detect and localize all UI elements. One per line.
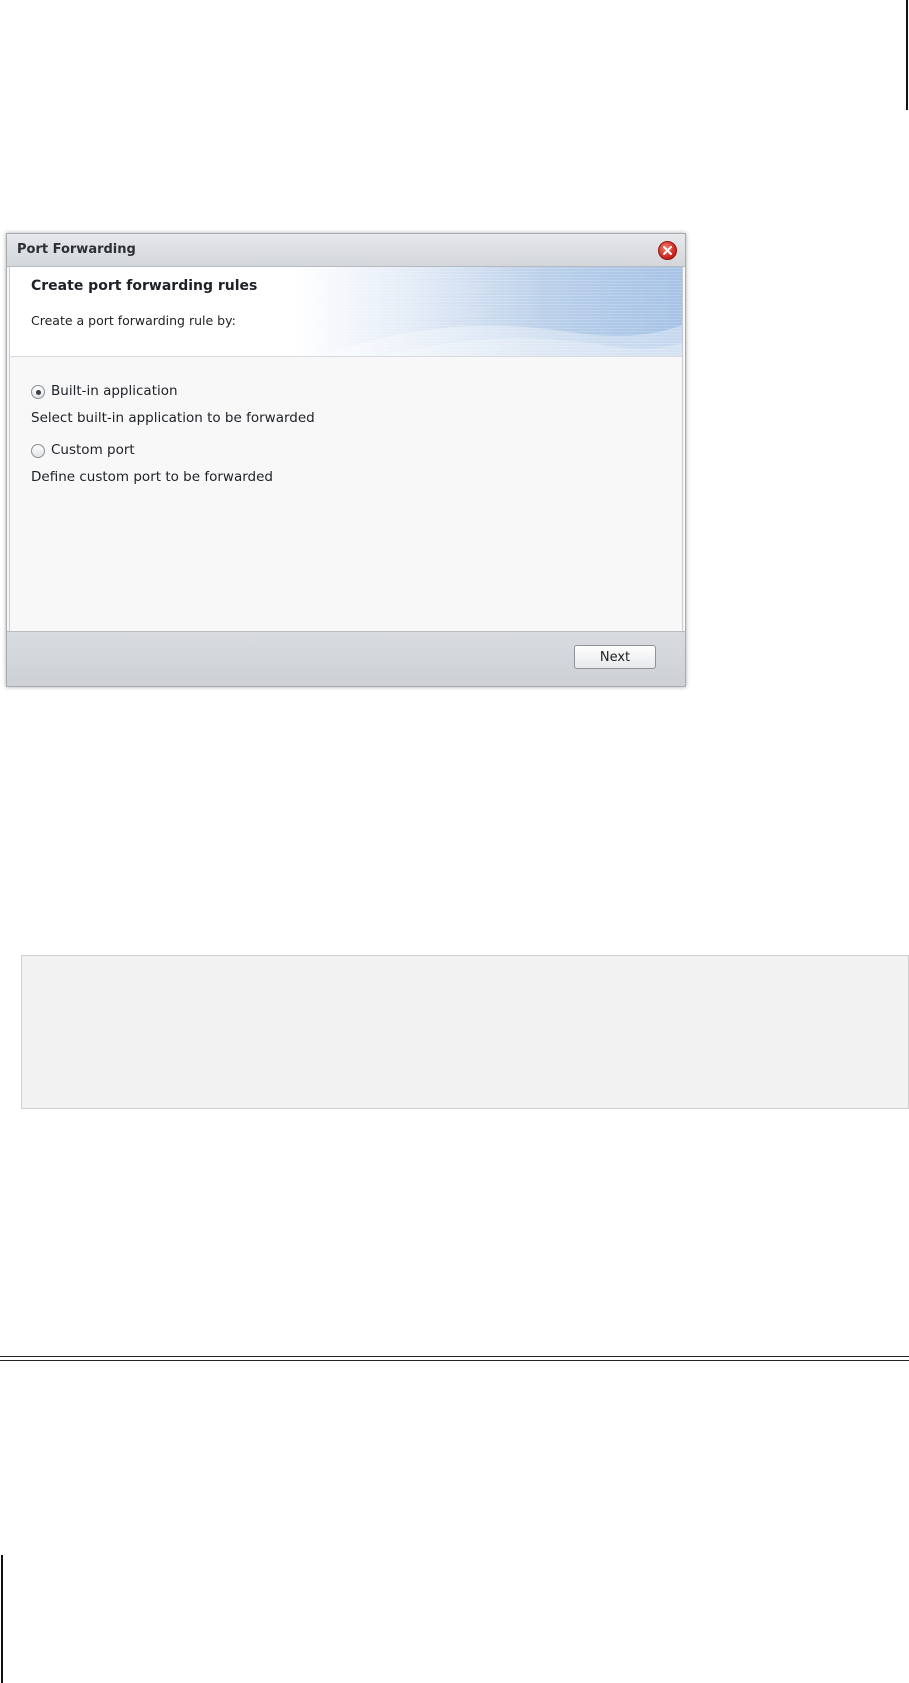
dialog-footer: Next (7, 631, 685, 686)
note-box (21, 955, 909, 1109)
option-description: Define custom port to be forwarded (31, 469, 273, 485)
page-margin-rule (1, 1555, 3, 1683)
option-label[interactable]: Custom port (51, 442, 135, 458)
dialog-body: Create port forwarding rules Create a po… (9, 267, 683, 632)
page-margin-rule (906, 0, 908, 110)
option-description: Select built-in application to be forwar… (31, 410, 315, 426)
next-button[interactable]: Next (574, 645, 656, 669)
banner-title: Create port forwarding rules (31, 278, 258, 294)
dialog-title: Port Forwarding (17, 242, 136, 257)
radio-built-in-application[interactable] (31, 385, 45, 399)
banner-subtitle: Create a port forwarding rule by: (31, 313, 236, 328)
radio-custom-port[interactable] (31, 444, 45, 458)
banner-wave-graphic (322, 325, 682, 356)
port-forwarding-dialog: Port Forwarding Create port forwarding r… (6, 233, 686, 687)
option-label[interactable]: Built-in application (51, 383, 178, 399)
page-divider (0, 1356, 909, 1361)
close-icon (663, 246, 672, 255)
dialog-titlebar[interactable]: Port Forwarding (7, 234, 685, 267)
dialog-banner: Create port forwarding rules Create a po… (10, 267, 682, 357)
close-button[interactable] (658, 241, 677, 260)
